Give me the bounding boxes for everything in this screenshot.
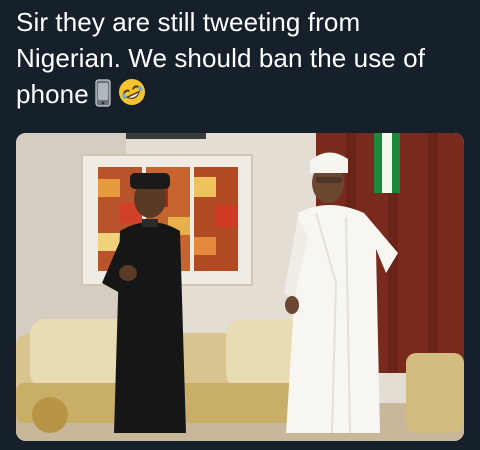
tweet-text: Sir they are still tweeting from Nigeria… bbox=[16, 7, 426, 109]
photo-scene bbox=[16, 133, 464, 441]
laughing-emoji-icon bbox=[117, 77, 147, 116]
tweet-photo[interactable] bbox=[16, 133, 464, 441]
tweet-text-block: Sir they are still tweeting from Nigeria… bbox=[16, 4, 466, 116]
mobile-phone-icon bbox=[95, 79, 111, 116]
